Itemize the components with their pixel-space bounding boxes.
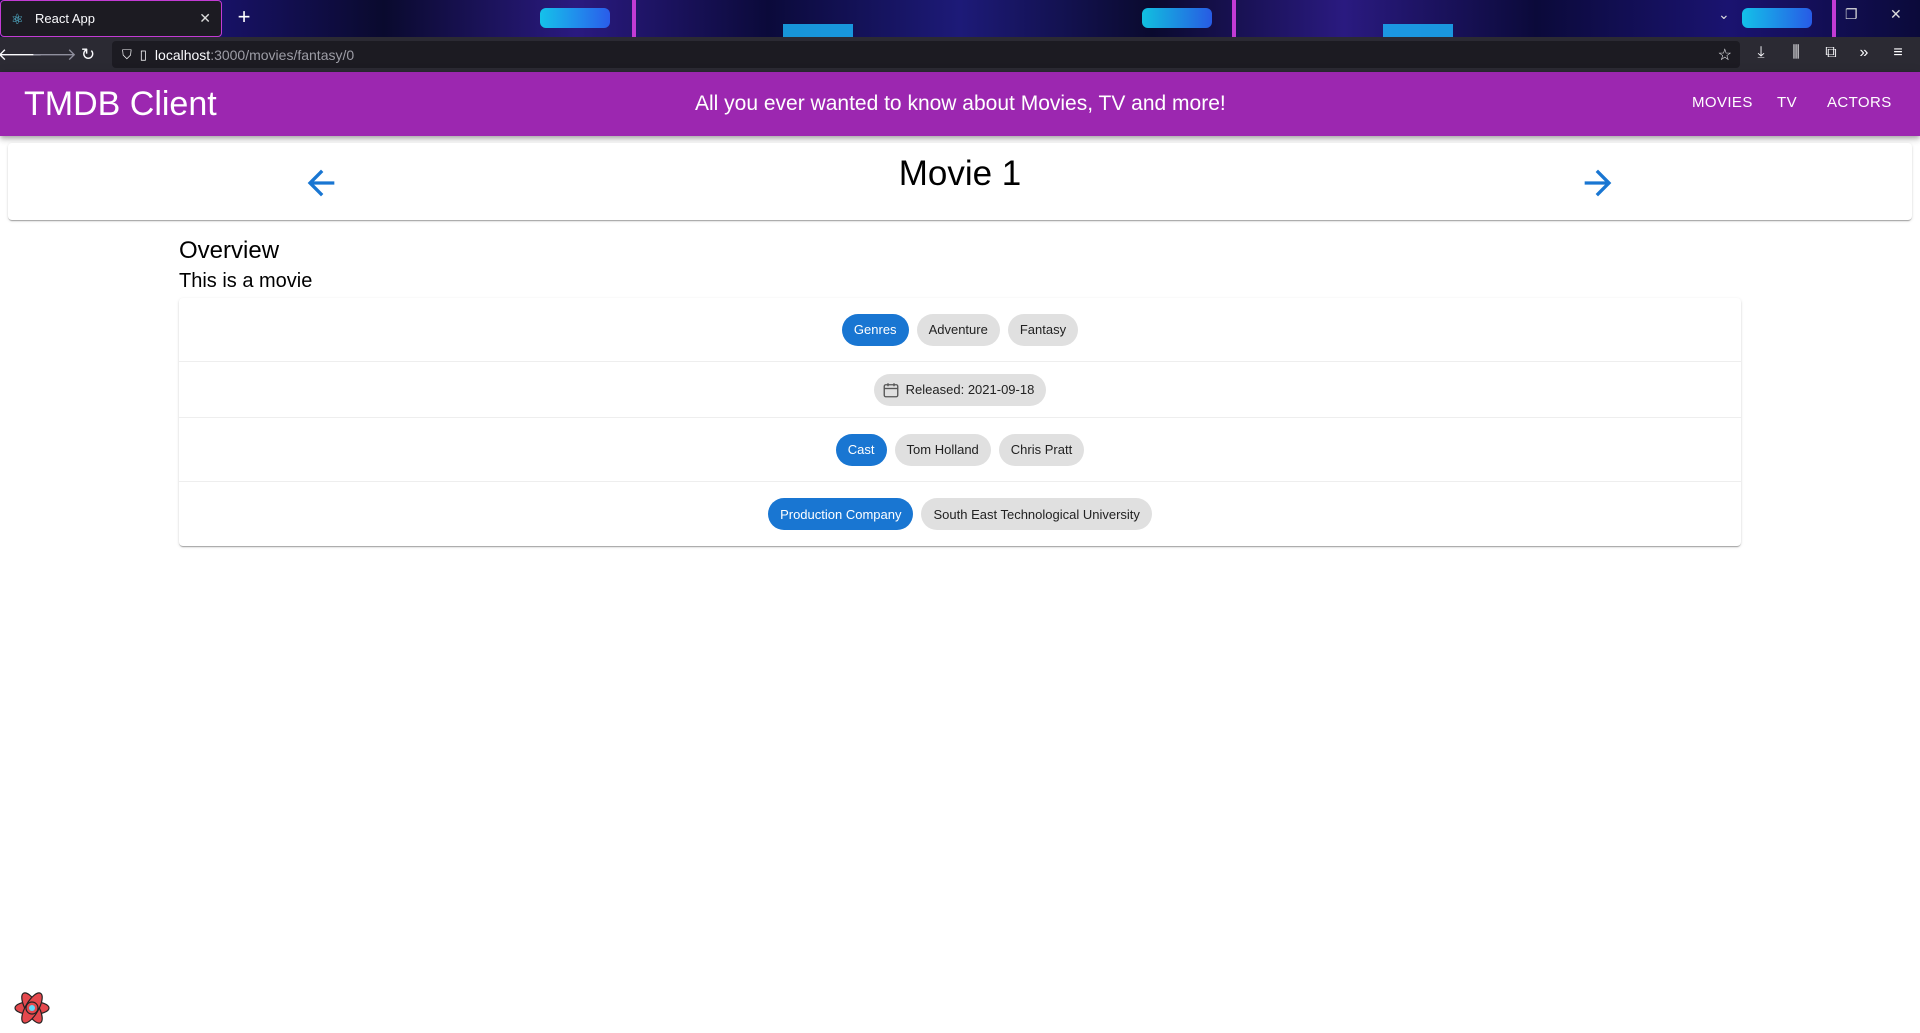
movie-title: Movie 1: [898, 154, 1022, 193]
bookmark-star-icon[interactable]: ☆: [1718, 45, 1732, 65]
decor-glow: [1142, 8, 1212, 28]
cast-chip[interactable]: Cast: [835, 433, 887, 466]
url-host: localhost: [154, 46, 211, 63]
close-tab-icon[interactable]: ✕: [199, 10, 211, 27]
production-company-chip[interactable]: Production Company: [768, 498, 914, 530]
cast-member-chip[interactable]: Tom Holland: [894, 433, 991, 466]
shield-icon[interactable]: ⛉: [122, 47, 132, 63]
decor-stripe: [1232, 0, 1236, 37]
cast-member-chip[interactable]: Chris Pratt: [998, 433, 1085, 466]
production-row: Production Company South East Technologi…: [179, 482, 1741, 546]
decor-glow: [1742, 8, 1812, 28]
back-icon[interactable]: 🡐: [0, 41, 43, 69]
download-icon[interactable]: ⤓: [1750, 44, 1772, 62]
react-favicon-icon: ⚛: [11, 10, 24, 27]
react-devtools-icon[interactable]: [12, 988, 52, 1028]
released-chip[interactable]: Released: 2021-09-18: [873, 373, 1047, 406]
restore-window-icon[interactable]: ❐: [1845, 6, 1858, 23]
decor-glow: [1383, 24, 1453, 37]
cast-row: Cast Tom Holland Chris Pratt: [179, 418, 1741, 482]
library-icon[interactable]: ⫼: [1785, 44, 1807, 62]
decor-glow: [783, 24, 853, 37]
genres-chip[interactable]: Genres: [841, 313, 909, 346]
genres-row: Genres Adventure Fantasy: [179, 298, 1741, 362]
browser-tab[interactable]: ⚛ React App ✕: [0, 0, 222, 37]
new-tab-icon[interactable]: +: [232, 6, 256, 30]
calendar-icon: [883, 382, 899, 397]
nav-movies-button[interactable]: MOVIES: [1692, 94, 1753, 111]
forward-icon[interactable]: 🡒: [31, 41, 77, 69]
app-title: TMDB Client: [24, 85, 217, 123]
company-chip[interactable]: South East Technological University: [921, 498, 1152, 530]
decor-glow: [540, 8, 610, 28]
nav-tv-button[interactable]: TV: [1777, 94, 1797, 111]
extensions-icon[interactable]: ⧉: [1820, 44, 1842, 62]
tab-title: React App: [35, 11, 95, 26]
list-tabs-icon[interactable]: ⌄: [1718, 6, 1730, 23]
more-tools-icon[interactable]: »: [1853, 44, 1875, 62]
genre-chip[interactable]: Adventure: [916, 313, 1000, 346]
app-tagline: All you ever wanted to know about Movies…: [695, 92, 1226, 115]
close-window-icon[interactable]: ✕: [1890, 6, 1902, 23]
overview-heading: Overview: [179, 237, 280, 264]
movie-header: Movie 1: [8, 143, 1912, 220]
url-path: :3000/movies/fantasy/0: [210, 46, 355, 63]
decor-stripe: [1832, 0, 1836, 37]
browser-nav-bar: 🡐 🡒 ↻ ⛉ ▯ localhost:3000/movies/fantasy/…: [0, 37, 1920, 72]
menu-icon[interactable]: ≡: [1887, 44, 1909, 62]
overview-text: This is a movie: [179, 270, 313, 292]
reload-icon[interactable]: ↻: [74, 41, 102, 69]
movie-details-paper: Genres Adventure Fantasy Released: 2021-…: [179, 298, 1741, 546]
released-row: Released: 2021-09-18: [179, 362, 1741, 418]
released-label: Released: 2021-09-18: [905, 382, 1035, 397]
page-icon: ▯: [139, 46, 147, 62]
url-bar[interactable]: ⛉ ▯ localhost:3000/movies/fantasy/0 ☆: [112, 41, 1740, 68]
arrow-forward-icon[interactable]: [1578, 163, 1618, 203]
app-bar: TMDB Client All you ever wanted to know …: [0, 72, 1920, 136]
nav-actors-button[interactable]: ACTORS: [1827, 94, 1892, 111]
decor-stripe: [632, 0, 636, 37]
browser-tab-strip: ⚛ React App ✕ + ⌄ ❐ ✕: [0, 0, 1920, 37]
genre-chip[interactable]: Fantasy: [1007, 313, 1079, 346]
